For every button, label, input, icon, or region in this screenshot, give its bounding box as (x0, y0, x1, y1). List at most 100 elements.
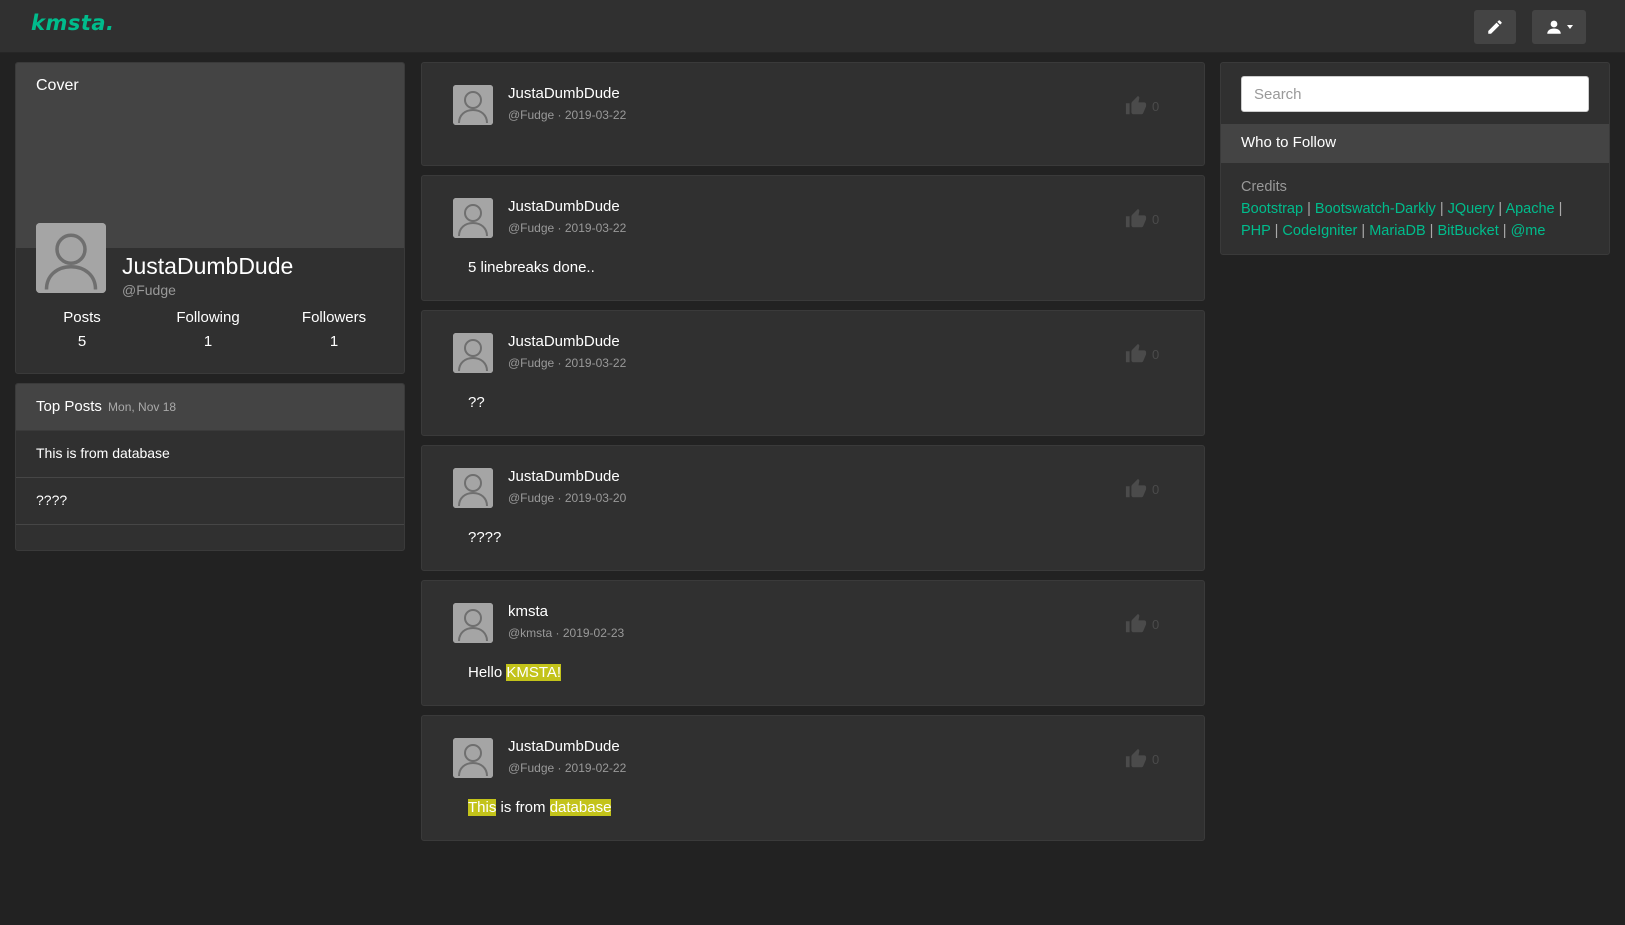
top-post-item[interactable]: ???? (16, 478, 404, 525)
post-meta: @Fudge · 2019-02-22 (508, 761, 627, 775)
post-body: This is from database (468, 799, 612, 816)
avatar-placeholder-icon (453, 738, 493, 778)
thumbs-up-icon (1125, 208, 1147, 228)
search-highlight: KMSTA! (506, 664, 562, 681)
like-count: 0 (1152, 616, 1160, 632)
post-body: ?? (468, 394, 485, 411)
post-author[interactable]: JustaDumbDude (508, 198, 620, 215)
user-menu-button[interactable] (1532, 10, 1586, 44)
profile-name: JustaDumbDude (122, 253, 294, 279)
post-body: Hello KMSTA! (468, 664, 562, 681)
like-button[interactable]: 0 (1124, 478, 1159, 500)
avatar-placeholder-icon (453, 468, 493, 508)
stat-value: 1 (203, 333, 213, 350)
pencil-icon (1488, 20, 1502, 34)
post-author[interactable]: JustaDumbDude (508, 85, 620, 102)
like-count: 0 (1152, 481, 1160, 497)
post-author[interactable]: JustaDumbDude (508, 468, 620, 485)
avatar-placeholder-icon (453, 85, 493, 125)
post-meta: @Fudge · 2019-03-22 (508, 221, 627, 235)
post-author[interactable]: JustaDumbDude (508, 333, 620, 350)
like-button[interactable]: 0 (1124, 95, 1159, 117)
post-avatar[interactable] (453, 468, 493, 508)
avatar-placeholder-icon (453, 198, 493, 238)
stat-followers[interactable]: Followers 1 (279, 309, 389, 350)
post-body: 5 linebreaks done.. (468, 259, 595, 276)
thumbs-up-icon (1125, 613, 1147, 633)
thumbs-up-icon (1125, 478, 1147, 498)
post-card: JustaDumbDude @Fudge · 2019-02-22 0 This… (421, 715, 1205, 841)
top-posts-header: Top Posts Mon, Nov 18 (16, 384, 404, 431)
avatar-placeholder-icon (453, 333, 493, 373)
credits-title: Credits (1241, 179, 1287, 195)
credit-link-bootswatch[interactable]: Bootswatch-Darkly (1315, 201, 1436, 217)
search-highlight: This (468, 799, 497, 816)
credits: Credits Bootstrap | Bootswatch-Darkly | … (1241, 176, 1591, 242)
credit-link-codeigniter[interactable]: CodeIgniter (1282, 223, 1357, 239)
profile-cover: Cover (16, 63, 404, 248)
like-count: 0 (1152, 98, 1160, 114)
like-button[interactable]: 0 (1124, 208, 1159, 230)
like-count: 0 (1152, 751, 1160, 767)
stat-value: 5 (77, 333, 87, 350)
post-author[interactable]: kmsta (508, 603, 548, 620)
top-posts-date: Mon, Nov 18 (108, 400, 177, 414)
like-button[interactable]: 0 (1124, 613, 1159, 635)
like-count: 0 (1152, 346, 1160, 362)
post-card: kmsta @kmsta · 2019-02-23 0 Hello KMSTA! (421, 580, 1205, 706)
credit-link-jquery[interactable]: JQuery (1448, 201, 1495, 217)
stat-label: Posts (63, 309, 101, 326)
profile-handle: @Fudge (122, 282, 176, 298)
post-card: JustaDumbDude @Fudge · 2019-03-20 0 ???? (421, 445, 1205, 571)
navbar: kmsta. (0, 0, 1625, 53)
profile-card: Cover JustaDumbDude @Fudge Posts 5 Follo… (15, 62, 405, 374)
profile-avatar[interactable] (36, 223, 106, 293)
credit-link-bootstrap[interactable]: Bootstrap (1241, 201, 1303, 217)
post-card: JustaDumbDude @Fudge · 2019-03-22 0 5 li… (421, 175, 1205, 301)
post-avatar[interactable] (453, 603, 493, 643)
thumbs-up-icon (1125, 343, 1147, 363)
thumbs-up-icon (1125, 748, 1147, 768)
search-highlight: database (549, 799, 612, 816)
right-sidebar: Who to Follow Credits Bootstrap | Bootsw… (1220, 62, 1610, 255)
post-card: JustaDumbDude @Fudge · 2019-03-22 0 (421, 62, 1205, 166)
credit-link-mariadb[interactable]: MariaDB (1369, 223, 1425, 239)
top-post-item[interactable]: This is from database (16, 431, 404, 478)
post-avatar[interactable] (453, 738, 493, 778)
stat-label: Following (176, 309, 240, 326)
who-to-follow-header: Who to Follow (1221, 124, 1609, 163)
stat-following[interactable]: Following 1 (153, 309, 263, 350)
post-card: JustaDumbDude @Fudge · 2019-03-22 0 ?? (421, 310, 1205, 436)
post-body: ???? (468, 529, 502, 546)
post-meta: @kmsta · 2019-02-23 (508, 626, 625, 640)
user-icon (1547, 20, 1561, 34)
like-count: 0 (1152, 211, 1160, 227)
post-body-text: is from (496, 799, 550, 816)
credit-link-php[interactable]: PHP (1241, 223, 1271, 239)
thumbs-up-icon (1125, 95, 1147, 115)
post-author[interactable]: JustaDumbDude (508, 738, 620, 755)
post-meta: @Fudge · 2019-03-20 (508, 491, 627, 505)
compose-button[interactable] (1474, 10, 1516, 44)
caret-down-icon (1567, 25, 1573, 29)
credit-link-me[interactable]: @me (1511, 223, 1546, 239)
avatar-placeholder-icon (453, 603, 493, 643)
post-body-text: Hello (468, 664, 507, 681)
avatar-placeholder-icon (36, 223, 106, 293)
post-meta: @Fudge · 2019-03-22 (508, 108, 627, 122)
cover-label: Cover (36, 77, 79, 94)
like-button[interactable]: 0 (1124, 343, 1159, 365)
brand-logo[interactable]: kmsta. (31, 11, 115, 35)
credit-link-bitbucket[interactable]: BitBucket (1437, 223, 1498, 239)
search-input[interactable] (1241, 76, 1589, 112)
stat-value: 1 (329, 333, 339, 350)
post-avatar[interactable] (453, 333, 493, 373)
credit-link-apache[interactable]: Apache (1505, 201, 1554, 217)
like-button[interactable]: 0 (1124, 748, 1159, 770)
top-posts-title: Top Posts (36, 398, 102, 415)
post-meta: @Fudge · 2019-03-22 (508, 356, 627, 370)
post-avatar[interactable] (453, 198, 493, 238)
post-avatar[interactable] (453, 85, 493, 125)
stat-posts[interactable]: Posts 5 (27, 309, 137, 350)
top-posts-panel: Top Posts Mon, Nov 18 This is from datab… (15, 383, 405, 551)
